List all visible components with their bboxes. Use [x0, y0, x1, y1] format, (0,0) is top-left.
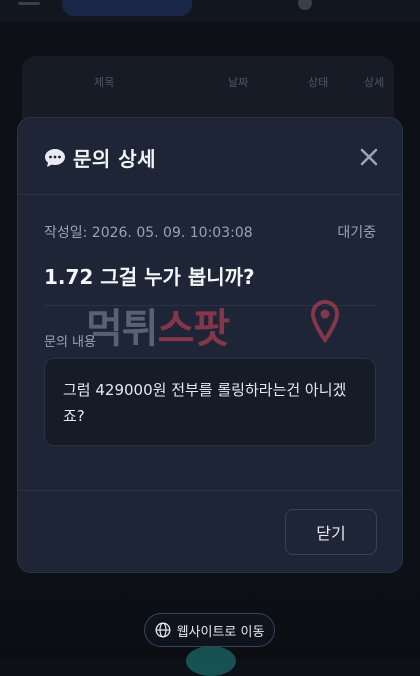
table-header-date: 날짜 [228, 76, 249, 89]
menu-icon [18, 2, 40, 5]
status-badge: 대기중 [337, 225, 376, 241]
modal-title: 문의 상세 [73, 147, 157, 171]
inquiry-detail-modal: 문의 상세 작성일: 2026. 05. 09. 10:03:08 대기중 1.… [17, 117, 403, 573]
website-link-button[interactable]: 웹사이트로 이동 [144, 613, 275, 647]
close-button[interactable]: 닫기 [285, 509, 377, 555]
created-date: 작성일: 2026. 05. 09. 10:03:08 [44, 225, 253, 241]
close-icon[interactable] [358, 146, 380, 168]
divider [44, 305, 376, 306]
content-label: 문의 내용 [44, 335, 96, 350]
globe-icon [155, 622, 171, 638]
background-header [0, 0, 420, 22]
website-link-label: 웹사이트로 이동 [176, 624, 265, 640]
background-decoration [186, 646, 236, 676]
table-header-title: 제목 [94, 76, 115, 89]
site-logo [62, 0, 192, 16]
inquiry-content-text: 그럼 429000원 전부를 롤링하라는건 아니겠죠? [63, 381, 347, 425]
footer-divider [18, 490, 402, 491]
inquiry-title: 1.72 그걸 누가 봅니까? [44, 265, 255, 289]
modal-header: 문의 상세 [18, 118, 402, 195]
inquiry-content: 그럼 429000원 전부를 롤링하라는건 아니겠죠? [44, 358, 376, 446]
table-header-status: 상태 [308, 76, 329, 89]
user-icon [298, 0, 312, 10]
table-header-detail: 상세 [364, 76, 385, 89]
chat-bubble-icon [45, 149, 65, 167]
